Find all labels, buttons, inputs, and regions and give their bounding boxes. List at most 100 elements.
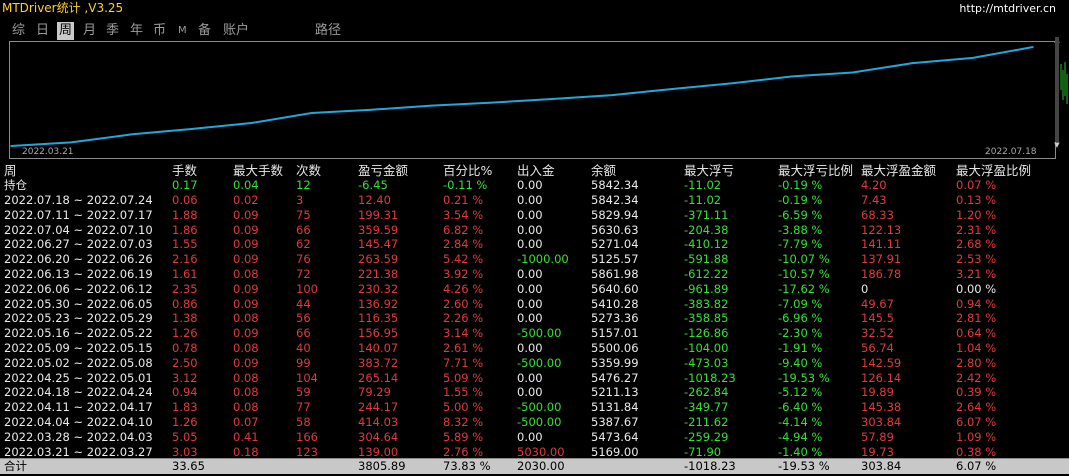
cell-balance: 5500.06 <box>591 341 639 355</box>
cell-max-float-loss-pct: -19.53 % <box>778 370 830 385</box>
cell-deposit: -500.00 <box>517 326 562 341</box>
table-row[interactable]: 2022.05.02 ~ 2022.05.08 2.50 0.09 99 383.72 7… <box>0 356 1069 371</box>
cell-pnl: 199.31 <box>358 207 399 222</box>
table-row[interactable]: 2022.05.09 ~ 2022.05.15 0.78 0.08 40 140.07 2… <box>0 341 1069 356</box>
equity-point <box>731 82 734 85</box>
cell-pct: 1.55 % <box>443 385 484 400</box>
cell-max-float-loss-pct: -10.07 % <box>778 252 830 267</box>
cell-max-lots: 0.02 <box>233 193 259 207</box>
tab-yue[interactable]: 月 <box>83 22 96 40</box>
cell-max-float-loss-pct: -4.94 % <box>778 429 823 444</box>
cell-max-lots: 0.08 <box>233 400 259 415</box>
table-row[interactable]: 2022.04.18 ~ 2022.04.24 0.94 0.08 59 79.29 1.… <box>0 385 1069 400</box>
cell-lots: 1.88 <box>172 207 198 222</box>
cell-pnl: 156.95 <box>358 326 399 341</box>
total-row[interactable]: 合计 33.65 3805.89 73.83 % 2030.00 -1018.23 -19.… <box>0 458 1069 474</box>
table-row[interactable]: 2022.07.04 ~ 2022.07.10 1.86 0.09 66 359.59 6… <box>0 223 1069 238</box>
cell-deposit: 0.00 <box>517 193 543 207</box>
cell-count: 59 <box>296 385 311 400</box>
cell-pct: 百分比% <box>443 163 493 178</box>
cell-max-lots: 0.09 <box>233 207 259 222</box>
cell-balance: 5410.28 <box>591 296 639 311</box>
cell-deposit: 0.00 <box>517 281 543 296</box>
cell-deposit: 0.00 <box>517 178 543 192</box>
cell-max-lots: 0.08 <box>233 370 259 385</box>
cell-pct: 5.09 % <box>443 370 484 385</box>
tab-zhou[interactable]: 周 <box>57 22 75 40</box>
cell-pnl: 221.38 <box>358 267 399 281</box>
tab-bi[interactable]: 币 <box>153 22 166 40</box>
table-row[interactable]: 2022.06.13 ~ 2022.06.19 1.61 0.08 72 221.38 3… <box>0 267 1069 282</box>
table-row[interactable]: 2022.05.16 ~ 2022.05.22 1.26 0.09 66 156.95 3… <box>0 326 1069 341</box>
cell-pct: 2.26 % <box>443 311 484 326</box>
cell-max-float-profit: 303.84 <box>861 459 902 473</box>
cell-balance: 5476.27 <box>591 370 639 385</box>
cell-max-lots: 0.08 <box>233 267 259 281</box>
cell-max-float-profit-pct: 1.04 % <box>956 341 997 355</box>
cell-max-float-loss-pct: -3.88 % <box>778 222 823 237</box>
cell-pct: 5.00 % <box>443 400 484 415</box>
chart-scrollbar[interactable] <box>1055 37 1059 142</box>
cell-max-float-loss-pct: -2.30 % <box>778 326 823 341</box>
cell-balance: 5157.01 <box>591 326 639 341</box>
cell-lots: 3.12 <box>172 370 198 385</box>
equity-point <box>851 71 854 74</box>
table-row[interactable]: 2022.06.27 ~ 2022.07.03 1.55 0.09 62 145.47 2… <box>0 237 1069 252</box>
cell-max-float-loss-pct: 最大浮亏比例 <box>778 163 854 178</box>
cell-max-lots: 0.41 <box>233 429 259 444</box>
cell-pct: 8.32 % <box>443 415 484 429</box>
cell-pnl: 359.59 <box>358 222 399 237</box>
tab-nian[interactable]: 年 <box>130 22 143 40</box>
scroll-down-arrow-icon[interactable]: ▼ <box>1053 142 1061 149</box>
table-row[interactable]: 2022.04.11 ~ 2022.04.17 1.83 0.08 77 244.17 5… <box>0 400 1069 415</box>
cell-max-float-loss: -11.02 <box>684 193 722 207</box>
cell-max-lots: 0.07 <box>233 415 259 429</box>
cell-max-float-profit: 32.52 <box>861 326 894 341</box>
cell-max-lots: 0.09 <box>233 355 259 370</box>
tab-account[interactable]: 账户 <box>223 22 249 40</box>
table-row[interactable]: 2022.05.30 ~ 2022.06.05 0.86 0.09 44 136.92 2… <box>0 297 1069 312</box>
cell-period: 周 <box>4 163 17 178</box>
table-row[interactable]: 2022.06.06 ~ 2022.06.12 2.35 0.09 100 230.32… <box>0 282 1069 297</box>
cell-pct: 3.14 % <box>443 326 484 341</box>
cell-period: 持仓 <box>4 178 27 192</box>
table-row[interactable]: 2022.07.11 ~ 2022.07.17 1.88 0.09 75 199.31 3… <box>0 208 1069 223</box>
cell-count: 40 <box>296 341 311 355</box>
cell-pnl: 304.64 <box>358 429 399 444</box>
cell-pct: 7.71 % <box>443 355 484 370</box>
table-row[interactable]: 2022.04.25 ~ 2022.05.01 3.12 0.08 104 265.14… <box>0 371 1069 386</box>
cell-period: 2022.04.04 ~ 2022.04.10 <box>4 415 153 429</box>
cell-deposit: 2030.00 <box>517 459 565 473</box>
cell-deposit: 0.00 <box>517 370 543 385</box>
table-row[interactable]: 2022.03.28 ~ 2022.04.03 5.05 0.41 166 304.64… <box>0 430 1069 445</box>
table-row[interactable]: 2022.05.23 ~ 2022.05.29 1.38 0.08 56 116.35 2… <box>0 311 1069 326</box>
tab-m[interactable]: M <box>178 22 187 40</box>
equity-point <box>370 108 373 111</box>
cell-max-float-loss: -961.89 <box>684 281 729 296</box>
cell-deposit: 0.00 <box>517 296 543 311</box>
cell-max-float-profit: 141.11 <box>861 237 902 252</box>
tab-path[interactable]: 路径 <box>315 22 341 40</box>
cell-max-float-loss-pct: -1.91 % <box>778 341 823 355</box>
cell-count: 104 <box>296 370 318 385</box>
table-row[interactable]: 2022.06.20 ~ 2022.06.26 2.16 0.09 76 263.59 5… <box>0 252 1069 267</box>
equity-point <box>671 88 674 90</box>
tab-bei[interactable]: 备 <box>198 22 211 40</box>
side-histogram-icon <box>1060 62 1068 104</box>
table-row[interactable]: 2022.07.18 ~ 2022.07.24 0.06 0.02 3 12.40 0.2… <box>0 193 1069 208</box>
cell-max-float-loss: -126.86 <box>684 326 729 341</box>
cell-max-float-profit: 最大浮盈金额 <box>861 163 937 178</box>
tab-ji[interactable]: 季 <box>106 22 119 40</box>
tab-zong[interactable]: 综 <box>12 22 25 40</box>
cell-max-lots: 0.08 <box>233 311 259 326</box>
cell-count: 72 <box>296 267 311 281</box>
cell-max-float-profit-pct: 3.21 % <box>956 267 997 281</box>
equity-point <box>1032 46 1034 48</box>
holding-row[interactable]: 持仓 0.17 0.04 12 -6.45 -0.11 % 0.00 5842.34 -11.0… <box>0 178 1069 193</box>
website-link[interactable]: http://mtdriver.cn <box>959 0 1056 17</box>
cell-pnl: 79.29 <box>358 385 391 400</box>
equity-point <box>310 112 313 114</box>
tab-ri[interactable]: 日 <box>36 22 49 40</box>
cell-lots: 0.94 <box>172 385 198 400</box>
table-row[interactable]: 2022.04.04 ~ 2022.04.10 1.26 0.07 58 414.03 8… <box>0 415 1069 430</box>
